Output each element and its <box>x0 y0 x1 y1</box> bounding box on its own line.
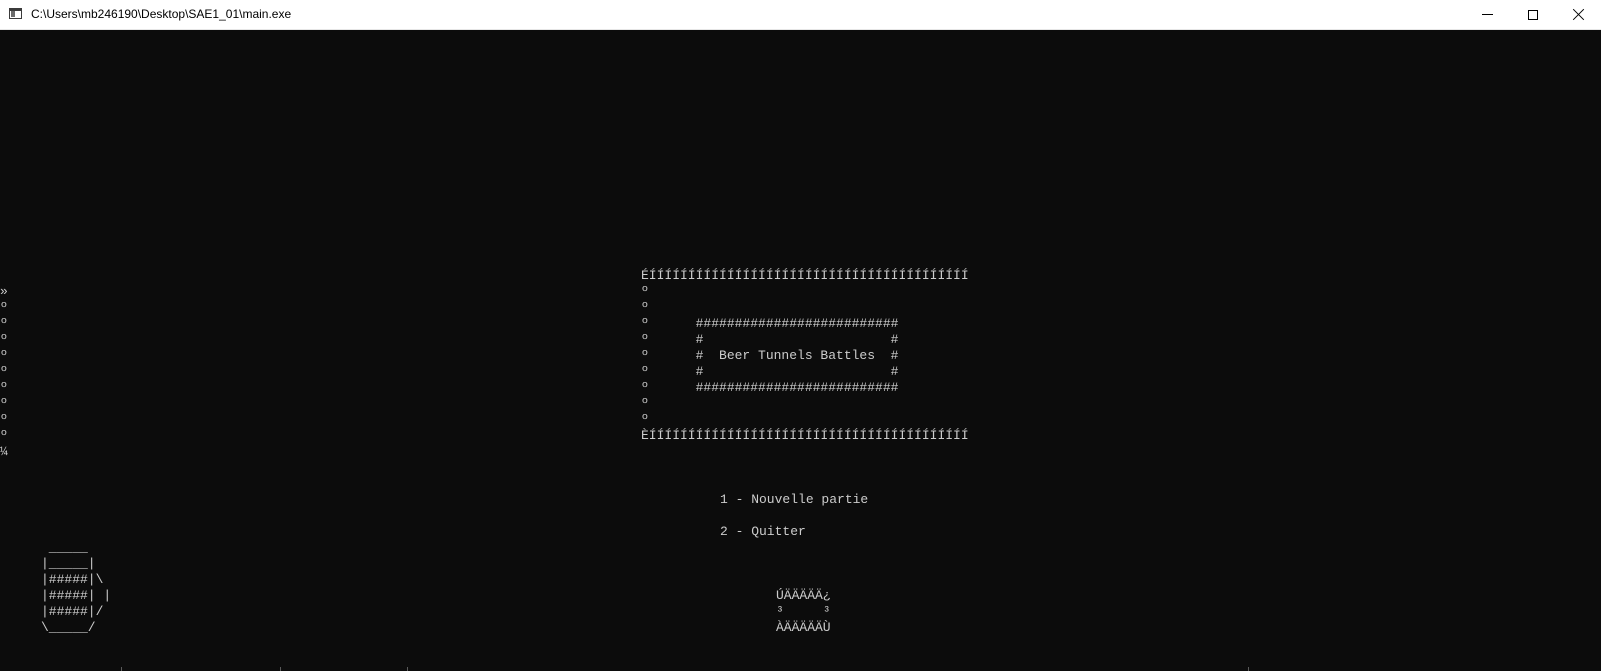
maximize-icon <box>1528 9 1538 20</box>
window-title: C:\Users\mb246190\Desktop\SAE1_01\main.e… <box>31 7 292 21</box>
title-bar[interactable]: C:\Users\mb246190\Desktop\SAE1_01\main.e… <box>0 0 1601 30</box>
console-app-icon[interactable] <box>9 8 22 19</box>
close-button[interactable] <box>1555 0 1601 29</box>
divider-tick <box>1248 667 1249 671</box>
input-box-art: ÚÄÄÄÄÄ¿ ³ ³ ÀÄÄÄÄÄÙ <box>776 588 831 635</box>
minimize-icon <box>1481 14 1493 15</box>
menu-item-new-game: 1 - Nouvelle partie <box>720 492 869 507</box>
beer-mug-art: _____ |_____| |#####|\ |#####| | |#####|… <box>41 540 112 635</box>
divider-tick <box>280 667 281 671</box>
left-border-art: » º º º º º º º º º ¼ <box>0 284 8 459</box>
menu-item-quit: 2 - Quitter <box>720 524 806 539</box>
maximize-button[interactable] <box>1510 0 1556 29</box>
console-window: C:\Users\mb246190\Desktop\SAE1_01\main.e… <box>0 0 1601 671</box>
title-frame: ÉÍÍÍÍÍÍÍÍÍÍÍÍÍÍÍÍÍÍÍÍÍÍÍÍÍÍÍÍÍÍÍÍÍÍÍÍÍÍÍ… <box>641 268 969 443</box>
bottom-divider-ticks <box>0 667 1601 671</box>
divider-tick <box>407 667 408 671</box>
close-icon <box>1572 8 1585 21</box>
minimize-button[interactable] <box>1464 0 1510 29</box>
console-output[interactable]: ÉÍÍÍÍÍÍÍÍÍÍÍÍÍÍÍÍÍÍÍÍÍÍÍÍÍÍÍÍÍÍÍÍÍÍÍÍÍÍÍ… <box>0 30 1601 671</box>
divider-tick <box>121 667 122 671</box>
